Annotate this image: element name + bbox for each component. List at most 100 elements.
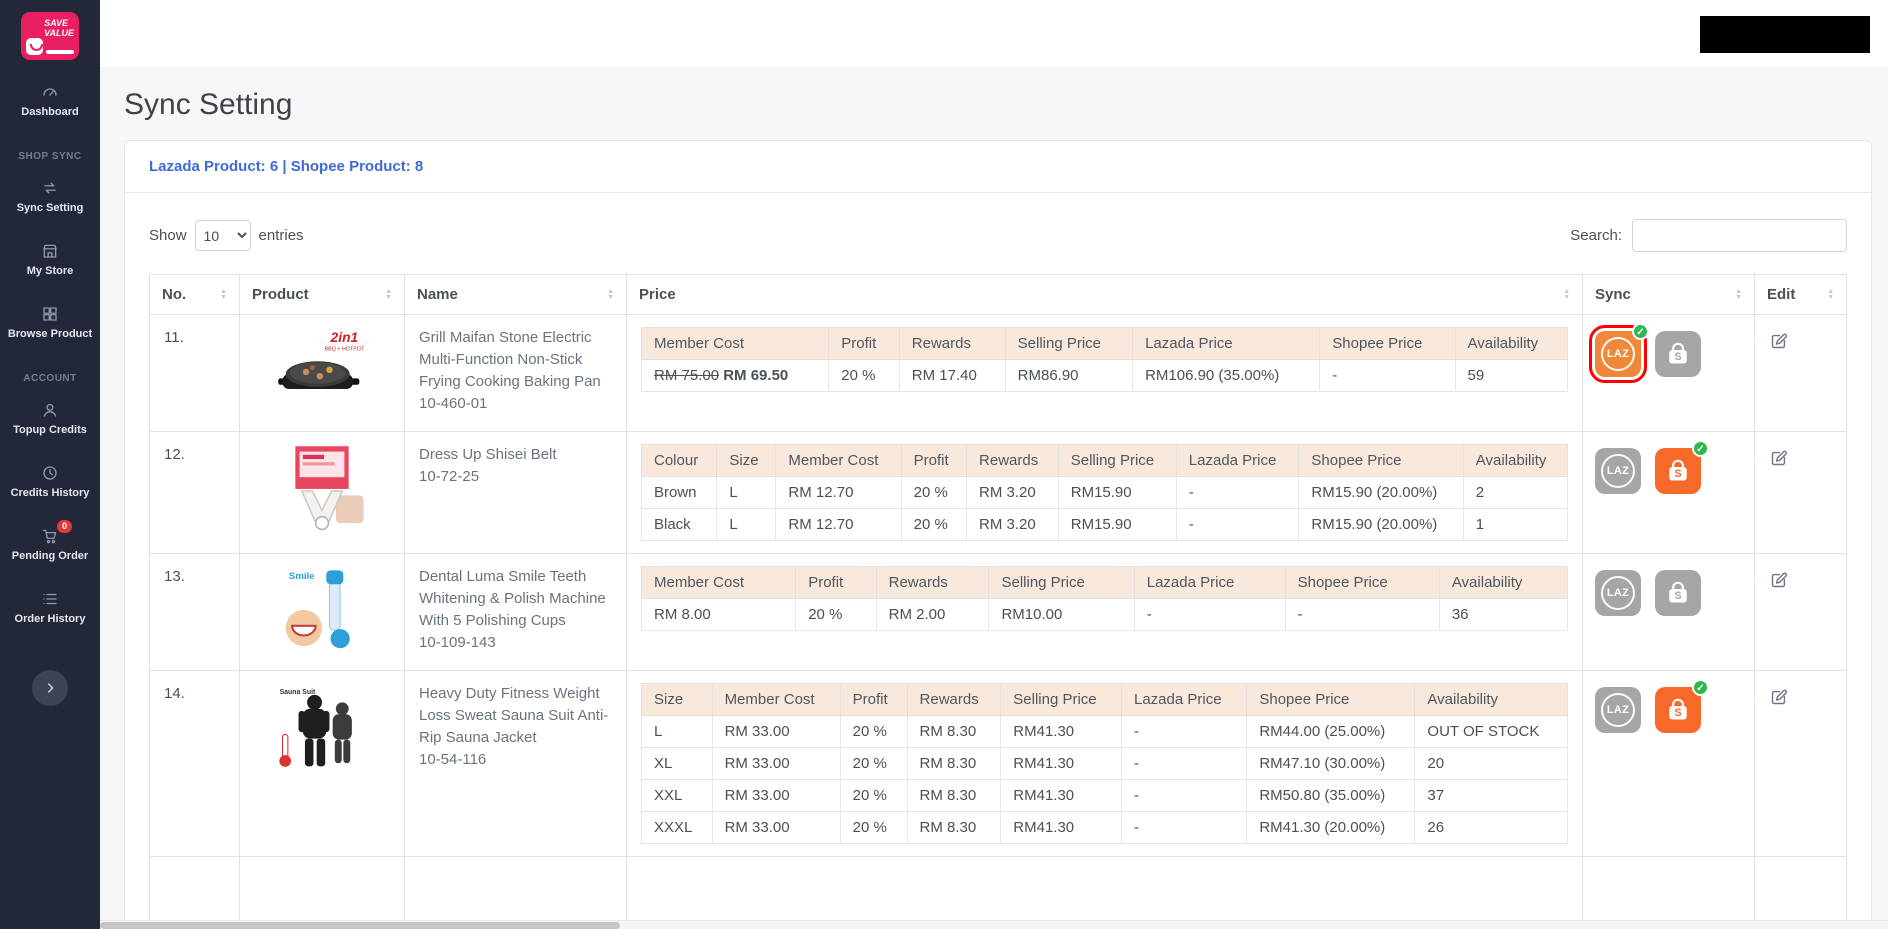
- price-value-cell: RM 75.00 RM 69.50: [640, 359, 830, 392]
- clock-icon: [41, 463, 59, 482]
- price-table-row: RM 75.00 RM 69.50 20 % RM 17.40 RM86.90 RM10…: [640, 359, 1569, 392]
- table-row: 12. Dress Up Shisei Belt 10-72-25 Colour Siz…: [149, 431, 1847, 554]
- sync-setting-card: Lazada Product: 6 | Shopee Product: 8 Sh…: [124, 140, 1872, 929]
- column-header-price[interactable]: Price ▲ ▼: [626, 274, 1583, 315]
- card-body: Show 10 entries Search: No. ▲ ▼ Product …: [125, 193, 1871, 929]
- shopee-sync-button[interactable]: S: [1655, 331, 1701, 377]
- page-size-select[interactable]: 10: [194, 220, 251, 251]
- shopee-sync-button[interactable]: S: [1655, 570, 1701, 616]
- table-row: 14. Sauna Suit Heavy Duty Fitness Weight L…: [149, 670, 1847, 857]
- price-column-header: Rewards: [966, 444, 1059, 477]
- sync-buttons: LAZ ✓ S: [1589, 323, 1742, 383]
- svg-text:S: S: [1674, 468, 1681, 480]
- price-table-row: XL RM 33.00 20 % RM 8.30 RM41.30- RM47.10 (30…: [641, 747, 1568, 780]
- price-value-cell: RM 12.70: [775, 508, 902, 541]
- price-value-cell: 59: [1454, 359, 1569, 392]
- sidebar-section-account: ACCOUNT: [23, 373, 77, 384]
- price-column-header: Availability: [1438, 566, 1569, 599]
- synced-check-icon: ✓: [1692, 440, 1709, 457]
- price-value-cell: RM41.30: [1000, 715, 1122, 748]
- sidebar-item-pending-order[interactable]: 0 Pending Order: [0, 520, 100, 562]
- column-header-sync[interactable]: Sync ▲ ▼: [1582, 274, 1755, 315]
- brand-logo[interactable]: SAVE VALUE: [21, 12, 79, 60]
- sort-icon: ▲ ▼: [1563, 287, 1570, 301]
- history-list-icon: [41, 589, 59, 608]
- price-value-cell: RM 3.20: [966, 476, 1059, 509]
- lazada-icon: [1601, 576, 1635, 610]
- search-input[interactable]: [1632, 219, 1847, 252]
- column-header-product[interactable]: Product ▲ ▼: [239, 274, 405, 315]
- svg-text:S: S: [1674, 707, 1681, 719]
- edit-pencil-icon: [1771, 689, 1788, 705]
- main-area: Sync Setting Lazada Product: 6 | Shopee …: [100, 0, 1888, 929]
- sidebar-item-my-store[interactable]: My Store: [0, 241, 100, 277]
- price-table-row: XXXL RM 33.00 20 % RM 8.30 RM41.30- RM41.30 (…: [641, 811, 1568, 844]
- price-column-header: Lazada Price: [1120, 683, 1248, 716]
- price-value-cell: RM 8.30: [906, 715, 1002, 748]
- sort-icon: ▲ ▼: [1735, 287, 1742, 301]
- synced-check-icon: ✓: [1692, 679, 1709, 696]
- product-cell: [239, 431, 405, 554]
- price-table-row: Black L RM 12.70 20 % RM 3.20 RM15.90- RM15.90…: [640, 508, 1569, 541]
- sidebar-item-order-history[interactable]: Order History: [0, 589, 100, 625]
- horizontal-scrollbar[interactable]: [100, 920, 1888, 929]
- sidebar-item-credits-history[interactable]: Credits History: [0, 463, 100, 499]
- old-price: RM 75.00: [654, 367, 720, 384]
- teeth-whitening-image: Smile: [274, 564, 370, 660]
- price-value-cell: RM 17.40: [898, 359, 1006, 392]
- price-column-header: Selling Price: [1004, 327, 1134, 360]
- sidebar-item-dashboard[interactable]: Dashboard: [0, 82, 100, 118]
- edit-button[interactable]: [1767, 446, 1791, 473]
- edit-button[interactable]: [1767, 329, 1791, 356]
- sync-cell: LAZ S: [1582, 553, 1755, 671]
- price-value-cell: RM 12.70: [775, 476, 902, 509]
- price-value-cell: 20 %: [839, 779, 908, 812]
- price-column-header: Rewards: [906, 683, 1002, 716]
- price-value-cell: RM15.90 (20.00%): [1298, 476, 1464, 509]
- sauna-suit-image: Sauna Suit: [274, 681, 370, 777]
- price-column-header: Shopee Price: [1319, 327, 1456, 360]
- shopee-bag-icon: S: [1669, 698, 1687, 720]
- column-header-edit[interactable]: Edit ▲ ▼: [1754, 274, 1847, 315]
- column-header-no[interactable]: No. ▲ ▼: [149, 274, 240, 315]
- sidebar-collapse-button[interactable]: [32, 670, 68, 706]
- lazada-sync-button[interactable]: LAZ: [1595, 570, 1641, 616]
- price-value-cell: RM 8.30: [906, 779, 1002, 812]
- redacted-region: [1700, 16, 1870, 53]
- price-table: Size Member Cost Profit Rewards Selling Pric…: [641, 683, 1568, 844]
- grid-icon: [41, 304, 59, 323]
- name-cell: Heavy Duty Fitness Weight Loss Sweat Sau…: [404, 670, 627, 857]
- price-table-header-row: Member Cost Profit Rewards Selling Price Laz…: [640, 327, 1569, 360]
- horizontal-scrollbar-thumb[interactable]: [100, 922, 620, 929]
- sidebar-item-topup-credits[interactable]: Topup Credits: [0, 400, 100, 436]
- shopee-sync-button[interactable]: S ✓: [1655, 679, 1709, 733]
- price-column-header: Availability: [1462, 444, 1569, 477]
- lazada-sync-button[interactable]: LAZ ✓: [1589, 323, 1649, 383]
- price-value-cell: L: [641, 715, 713, 748]
- edit-button[interactable]: [1767, 568, 1791, 595]
- product-image: Sauna Suit: [269, 681, 375, 777]
- edit-pencil-icon: [1771, 333, 1788, 349]
- sidebar-item-sync-setting[interactable]: Sync Setting: [0, 178, 100, 214]
- price-table-row: RM 8.00 20 % RM 2.00 RM10.00- -36: [640, 598, 1569, 631]
- brand-logo-text: SAVE VALUE: [44, 18, 74, 38]
- price-value-cell: RM15.90: [1057, 508, 1177, 541]
- price-table-header-row: Colour Size Member Cost Profit Rewards Sellin…: [640, 444, 1569, 477]
- price-value-cell: -: [1133, 598, 1286, 631]
- product-count-summary: Lazada Product: 6 | Shopee Product: 8: [125, 141, 1871, 193]
- price-table-header-row: Member Cost Profit Rewards Selling Price Laz…: [640, 566, 1569, 599]
- price-value-cell: RM15.90 (20.00%): [1298, 508, 1464, 541]
- frying-pan-image: 2in1 BBQ + HOTPOT: [274, 325, 370, 421]
- product-image: [269, 442, 375, 538]
- price-value-cell: RM 33.00: [711, 779, 841, 812]
- price-column-header: Member Cost: [640, 566, 797, 599]
- shopee-sync-button[interactable]: S ✓: [1655, 440, 1709, 494]
- sidebar-item-browse-product[interactable]: Browse Product: [0, 304, 100, 340]
- lazada-sync-button[interactable]: LAZ: [1595, 687, 1641, 733]
- sync-buttons: LAZ S ✓: [1595, 679, 1742, 733]
- edit-button[interactable]: [1767, 685, 1791, 712]
- column-header-name[interactable]: Name ▲ ▼: [404, 274, 627, 315]
- page-content: Sync Setting Lazada Product: 6 | Shopee …: [100, 68, 1888, 929]
- lazada-sync-button[interactable]: LAZ: [1595, 448, 1641, 494]
- name-cell: [404, 856, 627, 927]
